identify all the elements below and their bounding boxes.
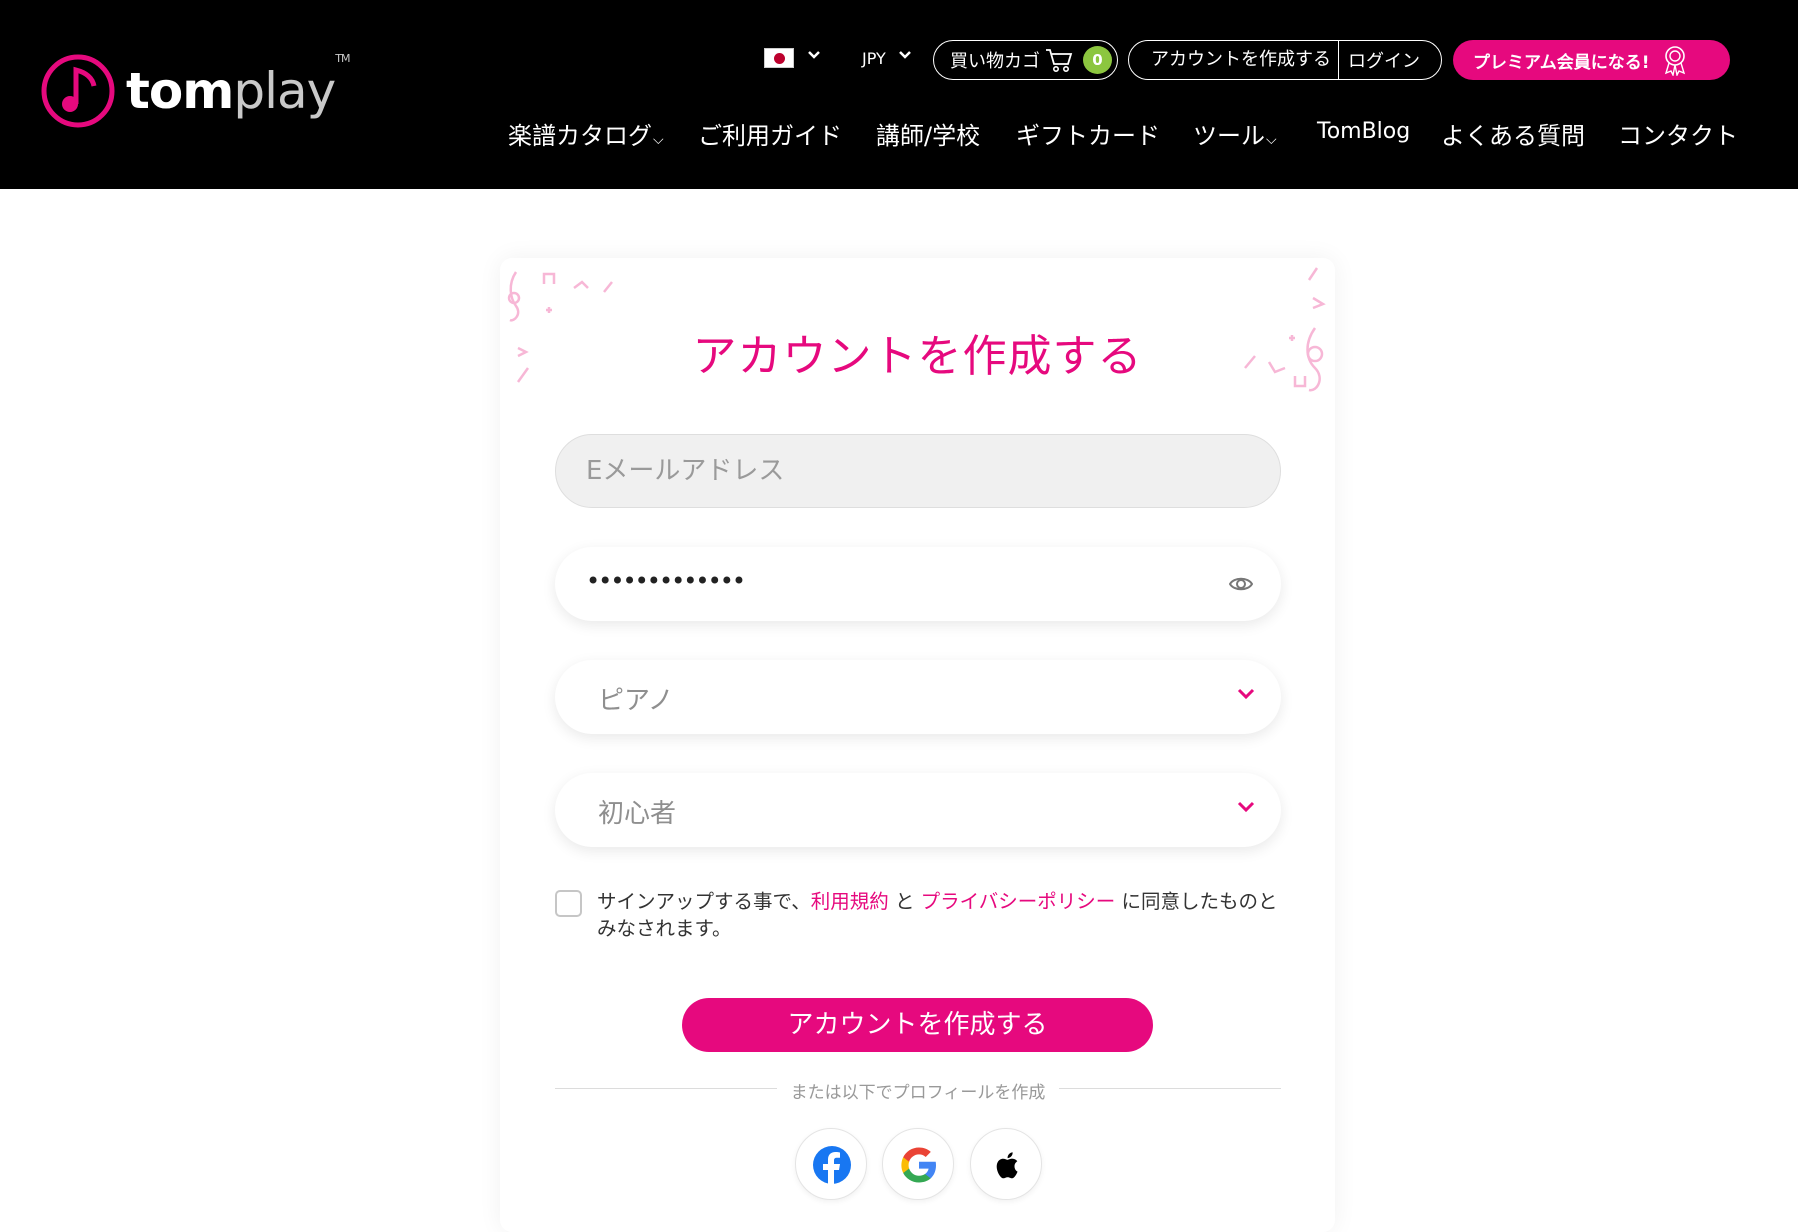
logo-text: tomplayTM	[126, 52, 350, 120]
password-field[interactable]: •••••••••••••	[555, 547, 1281, 621]
chevron-down-icon[interactable]	[899, 48, 911, 64]
nav-item-faq[interactable]: よくある質問	[1441, 116, 1585, 151]
divider-text: または以下でプロフィールを作成	[790, 1083, 1046, 1103]
cart-icon	[1046, 49, 1073, 72]
site-header: tomplayTM JPY 買い物カゴ 0 アカウントを作成する ログイン プレ…	[0, 0, 1798, 189]
page-title: アカウントを作成する	[692, 331, 1143, 382]
account-pill: アカウントを作成する ログイン	[1128, 40, 1442, 80]
google-login-button[interactable]	[882, 1128, 954, 1200]
cart-label: 買い物カゴ	[950, 51, 1040, 72]
social-divider: または以下でプロフィールを作成	[555, 1078, 1281, 1103]
facebook-icon	[813, 1146, 851, 1184]
nav-item-contact[interactable]: コンタクト	[1618, 116, 1738, 151]
flag-japan-icon[interactable]	[764, 48, 794, 68]
signup-card: アカウントを作成する ••••••••••••• ピアノ 初心者 サインアップす…	[500, 258, 1335, 1232]
privacy-link[interactable]: プライバシーポリシー	[921, 890, 1116, 913]
chevron-down-icon[interactable]	[808, 48, 820, 64]
nav-item-tomblog[interactable]: TomBlog	[1317, 119, 1410, 144]
terms-text: サインアップする事で、利用規約 と プライバシーポリシー に同意したものとみなさ…	[597, 890, 1278, 940]
apple-login-button[interactable]	[970, 1128, 1042, 1200]
cart-count-badge: 0	[1083, 46, 1112, 74]
facebook-login-button[interactable]	[795, 1128, 867, 1200]
main-nav: 楽譜カタログ⌵ ご利用ガイド 講師/学校 ギフトカード ツール⌵ TomBlog…	[0, 116, 1798, 150]
eye-icon[interactable]	[1229, 574, 1253, 594]
premium-button[interactable]: プレミアム会員になる!	[1453, 40, 1730, 80]
create-account-link[interactable]: アカウントを作成する	[1129, 41, 1339, 79]
create-account-button[interactable]: アカウントを作成する	[682, 998, 1153, 1052]
cart-button[interactable]: 買い物カゴ 0	[933, 40, 1118, 80]
instrument-select[interactable]: ピアノ	[555, 660, 1281, 734]
email-field[interactable]	[556, 435, 1280, 507]
login-link[interactable]: ログイン	[1339, 47, 1420, 73]
nav-item-guide[interactable]: ご利用ガイド	[698, 116, 842, 151]
award-icon	[1664, 46, 1685, 76]
chevron-down-icon: ⌵	[653, 132, 664, 148]
password-value: •••••••••••••	[586, 567, 746, 595]
terms-checkbox[interactable]	[555, 890, 582, 917]
nav-item-teachers[interactable]: 講師/学校	[876, 116, 980, 151]
apple-icon	[996, 1152, 1018, 1179]
level-value: 初心者	[598, 799, 677, 829]
chevron-down-icon: ⌵	[1266, 132, 1277, 148]
email-field-wrapper	[555, 434, 1281, 508]
premium-label: プレミアム会員になる!	[1473, 52, 1650, 73]
instrument-value: ピアノ	[598, 686, 674, 716]
nav-item-tools[interactable]: ツール⌵	[1193, 116, 1277, 151]
nav-item-catalog[interactable]: 楽譜カタログ⌵	[508, 116, 664, 151]
terms-link[interactable]: 利用規約	[811, 890, 889, 913]
chevron-down-icon	[1237, 688, 1255, 700]
nav-item-giftcard[interactable]: ギフトカード	[1016, 116, 1160, 151]
chevron-down-icon	[1237, 801, 1255, 813]
currency-selector[interactable]: JPY	[862, 49, 886, 68]
google-icon	[901, 1147, 936, 1183]
level-select[interactable]: 初心者	[555, 773, 1281, 847]
